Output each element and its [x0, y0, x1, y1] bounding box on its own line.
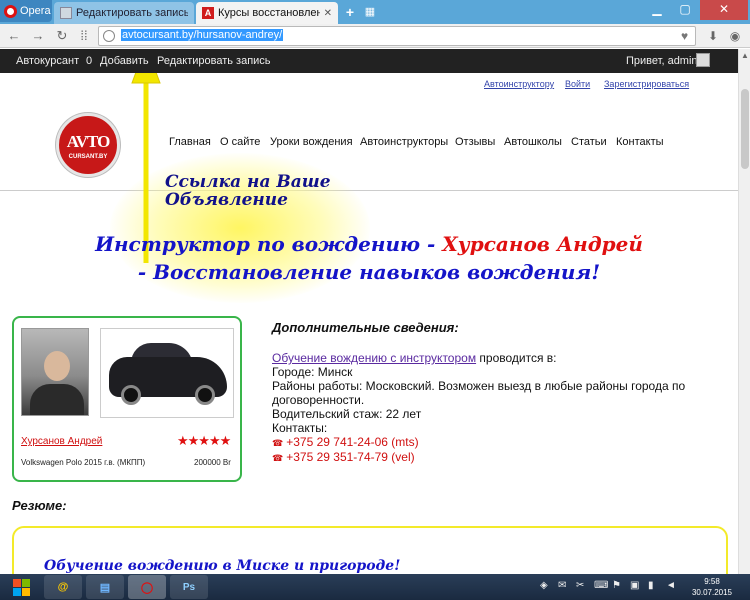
speed-dial-icon[interactable]: ⁞⁞ — [76, 28, 92, 44]
tab-title: Курсы восстановления на — [218, 7, 320, 19]
page-subtitle: - Восстановление навыков вождения! — [137, 260, 601, 284]
phone-icon: ☎ — [272, 453, 284, 463]
comments-count[interactable]: 0 — [86, 55, 92, 67]
tab-edit-post[interactable]: Редактировать запись ‹ Ав — [54, 2, 194, 24]
tab-title: Редактировать запись ‹ Ав — [76, 7, 188, 19]
avatar[interactable] — [696, 53, 710, 67]
opera-taskbar-icon[interactable]: ◯ — [128, 575, 166, 599]
tab-menu-icon[interactable]: ▦ — [362, 5, 378, 19]
phone-velcom[interactable]: ☎ +375 29 351-74-79 (vel) — [272, 450, 712, 465]
tray-app-icon[interactable]: ✉ — [558, 580, 566, 591]
driving-lessons-link[interactable]: Обучение вождению с инструктором — [272, 351, 476, 365]
phone-icon: ☎ — [272, 438, 284, 448]
resume-box: Обучение вождению в Миске и пригороде! — [12, 526, 728, 574]
url-text: avtocursant.by/hursanov-andrey/ — [121, 29, 284, 41]
tray-flag-icon[interactable]: ⚑ — [612, 580, 621, 591]
language-tray-icon[interactable]: ⌨ — [594, 580, 608, 591]
nav-lessons[interactable]: Уроки вождения — [270, 136, 353, 148]
site-logo[interactable]: AVTO CURSANT.BY — [56, 113, 120, 177]
site-favicon-icon: A — [202, 7, 214, 19]
start-button[interactable] — [4, 575, 38, 599]
volume-icon[interactable]: ◄ — [666, 580, 676, 591]
instructor-name-link[interactable]: Хурсанов Андрей — [21, 436, 102, 447]
taskbar: @ ▤ ◯ Ps ◈ ✉ ✂ ⌨ ⚑ ▣ ▮ ◄ 9:58 30.07.2015 — [0, 574, 750, 600]
scroll-up-icon[interactable]: ▲ — [740, 51, 750, 60]
header-divider — [0, 190, 738, 191]
nav-about[interactable]: О сайте — [220, 136, 260, 148]
site-info-icon[interactable] — [103, 30, 115, 42]
resume-heading: Резюме: — [12, 498, 67, 513]
address-toolbar: ← → ↻ ⁞⁞ avtocursant.by/hursanov-andrey/… — [0, 24, 750, 48]
maximize-window-button[interactable]: ▢ — [672, 0, 698, 20]
car-model: Volkswagen Polo 2015 г.в. (МКПП) — [21, 458, 146, 467]
title-part-blue: Инструктор по вождению - — [95, 232, 443, 256]
nav-instructors[interactable]: Автоинструкторы — [360, 136, 448, 148]
details-city: Городе: Минск — [272, 365, 353, 379]
web-page: Автоинструктору Войти Зарегистрироваться… — [0, 73, 738, 574]
additional-info: Дополнительные сведения: Обучение вожден… — [272, 321, 712, 465]
scrollbar-thumb[interactable] — [741, 89, 749, 169]
details-experience: Водительский стаж: 22 лет — [272, 407, 422, 421]
instructor-photo — [21, 328, 89, 416]
extension-icon[interactable]: ◉ — [728, 29, 742, 43]
forward-icon[interactable]: → — [30, 28, 46, 44]
opera-menu-label: Opera — [20, 5, 51, 17]
lesson-price: 200000 Br — [194, 458, 231, 467]
display-tray-icon[interactable]: ▣ — [630, 580, 639, 591]
nav-articles[interactable]: Статьи — [571, 136, 607, 148]
admin-greeting[interactable]: Привет, admin — [626, 55, 698, 67]
instructor-card: Хурсанов Андрей ★★★★★ Volkswagen Polo 20… — [12, 316, 242, 482]
clock[interactable]: 9:58 30.07.2015 — [688, 576, 736, 598]
nav-schools[interactable]: Автошколы — [504, 136, 562, 148]
tab-active-page[interactable]: A Курсы восстановления на ✕ — [196, 2, 338, 24]
logo-text: AVTO — [66, 132, 111, 151]
title-instructor-name: Хурсанов Андрей — [442, 232, 643, 256]
windows-logo-icon — [12, 578, 30, 596]
phone-mts[interactable]: ☎ +375 29 741-24-06 (mts) — [272, 435, 712, 450]
clock-date: 30.07.2015 — [691, 588, 733, 597]
bookmark-heart-icon[interactable]: ♥ — [681, 29, 688, 43]
page-favicon-icon — [60, 7, 72, 19]
details-intro: Обучение вождению с инструктором проводи… — [272, 351, 557, 365]
nav-contacts[interactable]: Контакты — [616, 136, 664, 148]
download-icon[interactable]: ⬇ — [706, 29, 720, 43]
file-manager-icon[interactable]: ▤ — [86, 575, 124, 599]
address-bar-input[interactable]: avtocursant.by/hursanov-andrey/ ♥ — [98, 26, 696, 46]
admin-add-link[interactable]: Добавить — [100, 55, 149, 67]
login-link[interactable]: Войти — [565, 79, 590, 89]
wp-admin-bar: Автокурсант 0 Добавить Редактировать зап… — [0, 49, 738, 73]
email-app-icon[interactable]: @ — [44, 575, 82, 599]
annotation-line-1: Ссылка на Ваше — [165, 172, 331, 192]
browser-tab-strip: Opera Редактировать запись ‹ Ав A Курсы … — [0, 0, 750, 24]
logo-subtext: CURSANT.BY — [68, 154, 108, 160]
shield-tray-icon[interactable]: ◈ — [540, 580, 548, 591]
car-photo — [100, 328, 234, 418]
clock-time: 9:58 — [704, 577, 720, 586]
new-tab-button[interactable]: + — [342, 4, 358, 20]
tray-plugin-icon[interactable]: ✂ — [576, 580, 584, 591]
page-title: Инструктор по вождению - Хурсанов Андрей — [0, 232, 738, 256]
minimize-window-button[interactable]: ▁ — [644, 0, 670, 20]
nav-reviews[interactable]: Отзывы — [455, 136, 495, 148]
opera-menu-button[interactable]: Opera — [0, 0, 52, 22]
instructor-link[interactable]: Автоинструктору — [484, 79, 554, 89]
resume-text: Обучение вождению в Миске и пригороде! — [44, 558, 401, 574]
rating-stars-icon: ★★★★★ — [177, 433, 231, 448]
details-districts: Районы работы: Московский. Возможен выез… — [272, 379, 686, 407]
close-window-button[interactable]: ✕ — [700, 0, 748, 20]
close-tab-icon[interactable]: ✕ — [324, 8, 332, 19]
network-icon[interactable]: ▮ — [648, 580, 654, 591]
annotation-line-2: Объявление — [165, 190, 288, 210]
reload-icon[interactable]: ↻ — [54, 28, 70, 44]
details-contacts-label: Контакты: — [272, 421, 328, 435]
register-link[interactable]: Зарегистрироваться — [604, 79, 689, 89]
details-heading: Дополнительные сведения: — [272, 320, 459, 335]
admin-site-link[interactable]: Автокурсант — [16, 55, 79, 67]
photoshop-icon[interactable]: Ps — [170, 575, 208, 599]
opera-logo-icon — [4, 4, 17, 18]
page-scrollbar[interactable]: ▲ — [738, 49, 750, 574]
annotation-text: Ссылка на Ваше Объявление — [165, 173, 331, 209]
admin-edit-link[interactable]: Редактировать запись — [157, 55, 271, 67]
back-icon[interactable]: ← — [6, 28, 22, 44]
